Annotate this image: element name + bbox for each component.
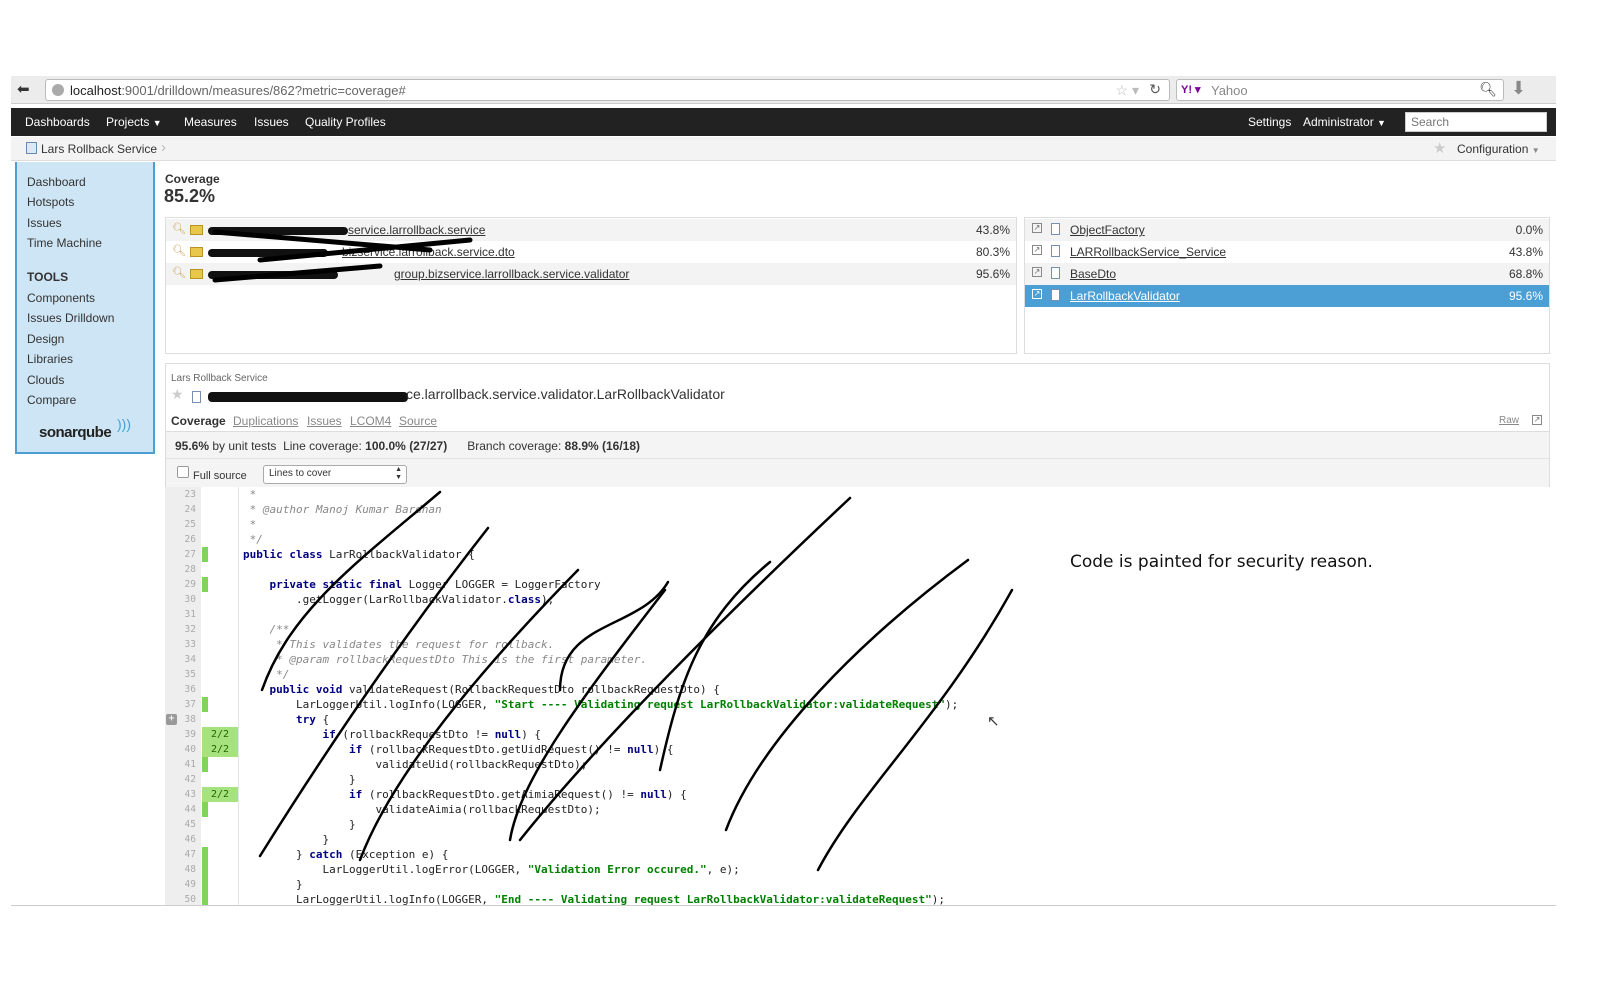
redaction-scribbles: [212, 229, 1014, 872]
scribble-stroke: [260, 490, 442, 692]
scribble-stroke: [508, 588, 667, 842]
scribble-stroke: [724, 558, 970, 832]
window-bottom-edge: [11, 905, 1556, 906]
scribble-stroke: [816, 588, 1014, 872]
scribble-stroke: [258, 526, 490, 858]
scribble-stroke: [358, 568, 580, 862]
scribble-stroke: [212, 229, 473, 283]
scribble-stroke: [558, 580, 670, 692]
mouse-cursor-icon: ↖: [987, 713, 1000, 730]
scribble-stroke: [518, 496, 852, 842]
